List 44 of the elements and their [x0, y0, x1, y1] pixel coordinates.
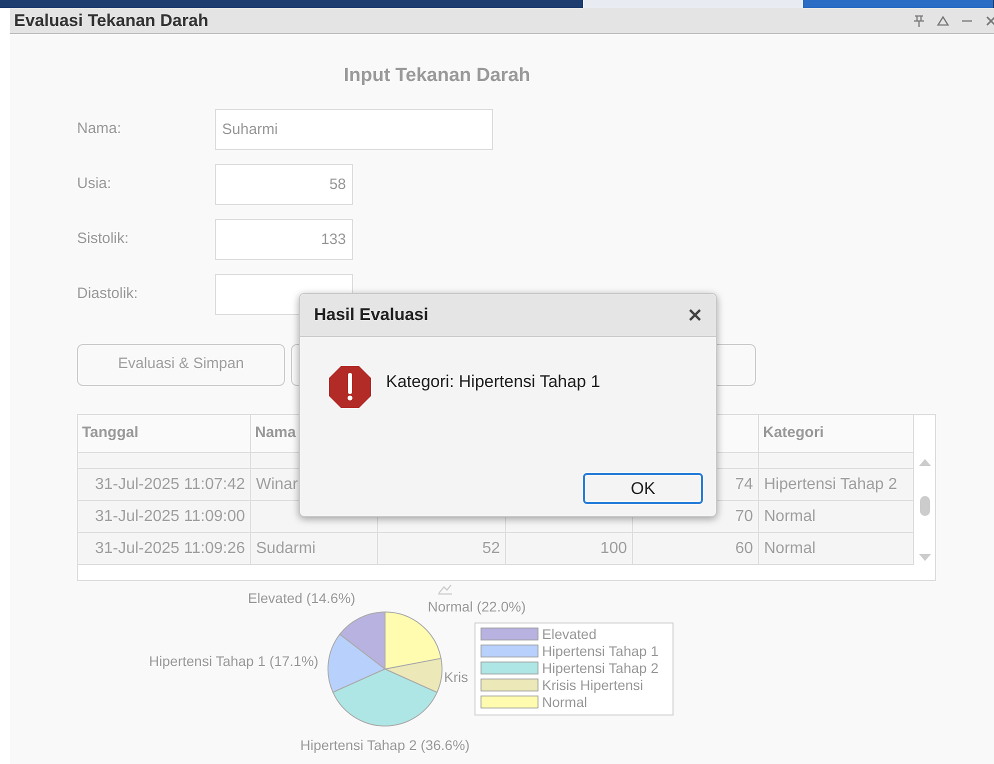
- table-cell-text: Normal: [764, 506, 816, 527]
- close-icon[interactable]: [688, 308, 702, 322]
- table-cell-text: Normal: [764, 538, 816, 559]
- field-label: Sistolik:: [77, 228, 130, 249]
- table-cell-text: Sudarmi: [256, 538, 316, 559]
- table-cell-text: 31-Jul-2025 11:09:00: [94, 506, 245, 527]
- table-cell-text: 74: [735, 474, 753, 495]
- column-header[interactable]: Kategori: [763, 422, 824, 445]
- window-title: Evaluasi Tekanan Darah: [14, 10, 208, 32]
- ok-button[interactable]: OK: [583, 473, 703, 504]
- slice-label: Elevated (14.6%): [248, 589, 356, 606]
- legend-label: Hipertensi Tahap 2: [542, 660, 659, 676]
- column-header[interactable]: Tanggal: [82, 422, 138, 445]
- table-cell-text: 31-Jul-2025 11:09:26: [94, 538, 245, 559]
- table-cell-text: 31-Jul-2025 11:07:42: [94, 474, 245, 495]
- slice-label: Hipertensi Tahap 2 (36.6%): [300, 736, 470, 752]
- input-field[interactable]: 133: [215, 218, 353, 260]
- collapse-icon[interactable]: [936, 14, 950, 28]
- table-cell-text: 60: [735, 538, 753, 559]
- field-label: Diastolik:: [77, 284, 139, 304]
- slice-label: Hipertensi Tahap 1 (17.1%): [149, 652, 318, 669]
- form-heading: Input Tekanan Darah: [344, 64, 530, 88]
- field-label: Nama:: [77, 118, 122, 139]
- field-label: Usia:: [77, 174, 112, 194]
- input-field[interactable]: 58: [215, 164, 353, 204]
- close-icon[interactable]: [984, 14, 994, 28]
- legend-label: Hipertensi Tahap 1: [542, 642, 659, 658]
- input-field[interactable]: Suharmi: [215, 108, 493, 150]
- table-cell-text: Hipertensi Tahap 2: [764, 474, 898, 495]
- dialog-title: Hasil Evaluasi: [314, 304, 428, 326]
- column-header[interactable]: Nama: [255, 422, 296, 445]
- legend-label: Elevated: [542, 626, 596, 642]
- pin-icon[interactable]: [912, 14, 926, 28]
- slice-label: Normal (22.0%): [428, 598, 526, 614]
- dialog-message: Kategori: Hipertensi Tahap 1: [386, 371, 600, 393]
- table-cell-text: 70: [735, 506, 753, 527]
- table-cell-text: 100: [600, 538, 627, 559]
- legend-label: Normal: [542, 694, 588, 710]
- table-cell-text: 52: [482, 538, 500, 559]
- evaluate-save-button[interactable]: Evaluasi & Simpan: [77, 344, 285, 386]
- error-icon: [328, 365, 372, 409]
- table-cell-text: Winar: [256, 474, 298, 495]
- legend-label: Krisis Hipertensi: [542, 676, 644, 692]
- slice-label: Kris: [444, 668, 468, 684]
